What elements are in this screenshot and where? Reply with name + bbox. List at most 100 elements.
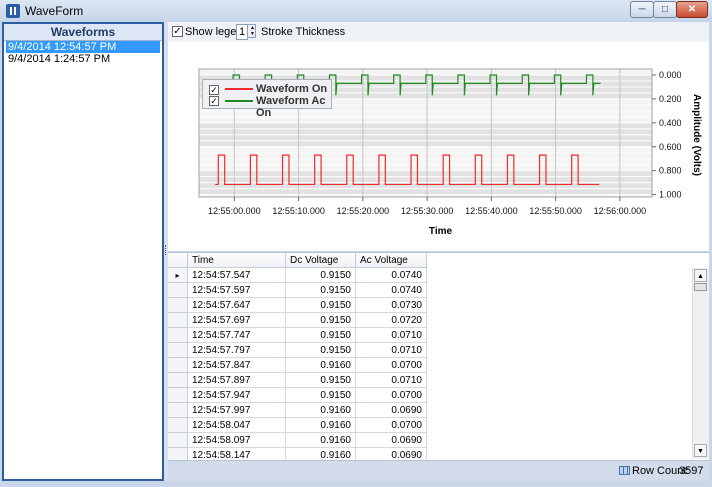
x-tick-label: 12:55:10.000 bbox=[272, 206, 325, 216]
cell-time[interactable]: 12:54:57.747 bbox=[188, 328, 286, 343]
cell-ac-voltage[interactable]: 0.0740 bbox=[356, 268, 427, 283]
cell-time[interactable]: 12:54:57.647 bbox=[188, 298, 286, 313]
legend-swatch-waveform-ac-on bbox=[225, 100, 253, 102]
spin-down-icon[interactable]: ▼ bbox=[249, 31, 256, 37]
cell-dc-voltage[interactable]: 0.9150 bbox=[286, 343, 356, 358]
cell-ac-voltage[interactable]: 0.0710 bbox=[356, 328, 427, 343]
maximize-button[interactable]: □ bbox=[653, 1, 677, 18]
waveform-item-2[interactable]: 9/4/2014 1:24:57 PM bbox=[6, 53, 160, 65]
y-axis-ticks: 0.000 0.200 0.400 0.600 0.800 1.000 bbox=[652, 70, 682, 200]
x-tick-label: 12:55:40.000 bbox=[465, 206, 518, 216]
cell-ac-voltage[interactable]: 0.0740 bbox=[356, 283, 427, 298]
cell-dc-voltage[interactable]: 0.9150 bbox=[286, 313, 356, 328]
x-tick-label: 12:55:00.000 bbox=[208, 206, 261, 216]
cell-dc-voltage[interactable]: 0.9160 bbox=[286, 418, 356, 433]
y-tick-label: 0.200 bbox=[659, 94, 682, 104]
row-header[interactable] bbox=[168, 388, 188, 403]
stroke-thickness-label: Stroke Thickness bbox=[261, 26, 346, 38]
row-header[interactable] bbox=[168, 328, 188, 343]
cell-dc-voltage[interactable]: 0.9150 bbox=[286, 283, 356, 298]
minimize-button[interactable]: ─ bbox=[630, 1, 654, 18]
app-icon bbox=[6, 4, 20, 18]
x-tick-label: 12:56:00.000 bbox=[594, 206, 647, 216]
cell-time[interactable]: 12:54:57.997 bbox=[188, 403, 286, 418]
cell-ac-voltage[interactable]: 0.0690 bbox=[356, 403, 427, 418]
legend-toggle-waveform-ac-on[interactable]: ✓ bbox=[209, 96, 219, 106]
scroll-down-icon[interactable]: ▼ bbox=[694, 444, 707, 457]
grid-body: ▸ 12:54:57.547 0.9150 0.0740 12:54:57.597 0.9… bbox=[168, 268, 692, 463]
data-grid: Time Dc Voltage Ac Voltage ▸ 12:54:57.547… bbox=[168, 252, 709, 463]
grid-scrollbar[interactable]: ▲ ▼ bbox=[692, 268, 709, 459]
row-header[interactable] bbox=[168, 283, 188, 298]
cell-time[interactable]: 12:54:58.097 bbox=[188, 433, 286, 448]
cell-dc-voltage[interactable]: 0.9150 bbox=[286, 388, 356, 403]
cell-ac-voltage[interactable]: 0.0710 bbox=[356, 373, 427, 388]
cell-dc-voltage[interactable]: 0.9160 bbox=[286, 433, 356, 448]
y-tick-label: 0.800 bbox=[659, 166, 682, 176]
cell-time[interactable]: 12:54:57.847 bbox=[188, 358, 286, 373]
close-button[interactable]: ✕ bbox=[676, 1, 708, 18]
cell-dc-voltage[interactable]: 0.9150 bbox=[286, 298, 356, 313]
x-axis-ticks: 12:55:00.000 12:55:10.000 12:55:20.000 12:5… bbox=[208, 197, 646, 216]
column-header-dc-voltage[interactable]: Dc Voltage bbox=[286, 253, 356, 268]
cell-time[interactable]: 12:54:57.897 bbox=[188, 373, 286, 388]
status-bar: Row Count: 3597 bbox=[168, 460, 709, 481]
title-bar[interactable]: WaveForm ─ □ ✕ bbox=[0, 0, 712, 22]
cell-ac-voltage[interactable]: 0.0720 bbox=[356, 313, 427, 328]
legend-toggle-waveform-on[interactable]: ✓ bbox=[209, 85, 219, 95]
window-title: WaveForm bbox=[25, 4, 84, 18]
x-tick-label: 12:55:20.000 bbox=[337, 206, 390, 216]
legend-label-waveform-on: Waveform On bbox=[256, 83, 328, 95]
cell-ac-voltage[interactable]: 0.0730 bbox=[356, 298, 427, 313]
cell-ac-voltage[interactable]: 0.0690 bbox=[356, 433, 427, 448]
cell-time[interactable]: 12:54:57.697 bbox=[188, 313, 286, 328]
row-count-value: 3597 bbox=[679, 465, 704, 477]
x-tick-label: 12:55:50.000 bbox=[529, 206, 582, 216]
cell-time[interactable]: 12:54:57.797 bbox=[188, 343, 286, 358]
row-header[interactable] bbox=[168, 343, 188, 358]
cell-dc-voltage[interactable]: 0.9150 bbox=[286, 373, 356, 388]
row-header[interactable]: ▸ bbox=[168, 268, 188, 283]
cell-dc-voltage[interactable]: 0.9150 bbox=[286, 268, 356, 283]
cell-ac-voltage[interactable]: 0.0700 bbox=[356, 388, 427, 403]
waveform-item-1[interactable]: 9/4/2014 12:54:57 PM bbox=[6, 41, 160, 53]
row-header[interactable] bbox=[168, 403, 188, 418]
row-header[interactable] bbox=[168, 313, 188, 328]
x-tick-label: 12:55:30.000 bbox=[401, 206, 454, 216]
scroll-up-icon[interactable]: ▲ bbox=[694, 269, 707, 282]
legend-swatch-waveform-on bbox=[225, 88, 253, 90]
cell-ac-voltage[interactable]: 0.0710 bbox=[356, 343, 427, 358]
cell-dc-voltage[interactable]: 0.9160 bbox=[286, 403, 356, 418]
column-header-time[interactable]: Time bbox=[188, 253, 286, 268]
row-header[interactable] bbox=[168, 373, 188, 388]
row-header[interactable] bbox=[168, 418, 188, 433]
cell-ac-voltage[interactable]: 0.0700 bbox=[356, 418, 427, 433]
column-header-ac-voltage[interactable]: Ac Voltage bbox=[356, 253, 427, 268]
y-tick-label: 1.000 bbox=[659, 190, 682, 200]
chart-legend: ✓ Waveform On ✓ Waveform Ac On bbox=[202, 79, 332, 119]
table-icon bbox=[619, 466, 630, 475]
chart-area: 12:55:00.000 12:55:10.000 12:55:20.000 12:5… bbox=[168, 42, 709, 251]
y-axis-title: Amplitude (Volts) bbox=[691, 94, 702, 176]
waveforms-panel: Waveforms 9/4/2014 12:54:57 PM 9/4/2014 … bbox=[2, 22, 164, 481]
grid-corner-header bbox=[168, 253, 188, 268]
cell-ac-voltage[interactable]: 0.0700 bbox=[356, 358, 427, 373]
cell-dc-voltage[interactable]: 0.9150 bbox=[286, 328, 356, 343]
y-tick-label: 0.600 bbox=[659, 142, 682, 152]
row-header[interactable] bbox=[168, 298, 188, 313]
cell-time[interactable]: 12:54:57.597 bbox=[188, 283, 286, 298]
scroll-thumb[interactable] bbox=[694, 283, 707, 291]
row-header[interactable] bbox=[168, 433, 188, 448]
cell-time[interactable]: 12:54:57.947 bbox=[188, 388, 286, 403]
chart-toolbar: ✓ Show legend 1 ▲ ▼ Stroke Thickness bbox=[168, 22, 709, 43]
waveform-chart: 12:55:00.000 12:55:10.000 12:55:20.000 12:5… bbox=[198, 68, 702, 237]
cell-dc-voltage[interactable]: 0.9160 bbox=[286, 358, 356, 373]
x-axis-title: Time bbox=[429, 226, 453, 237]
cell-time[interactable]: 12:54:58.047 bbox=[188, 418, 286, 433]
y-tick-label: 0.400 bbox=[659, 118, 682, 128]
show-legend-checkbox[interactable]: ✓ bbox=[172, 26, 183, 37]
stroke-thickness-spinner: ▲ ▼ bbox=[247, 24, 256, 38]
row-header[interactable] bbox=[168, 358, 188, 373]
cell-time[interactable]: 12:54:57.547 bbox=[188, 268, 286, 283]
waveforms-header: Waveforms bbox=[4, 24, 162, 41]
